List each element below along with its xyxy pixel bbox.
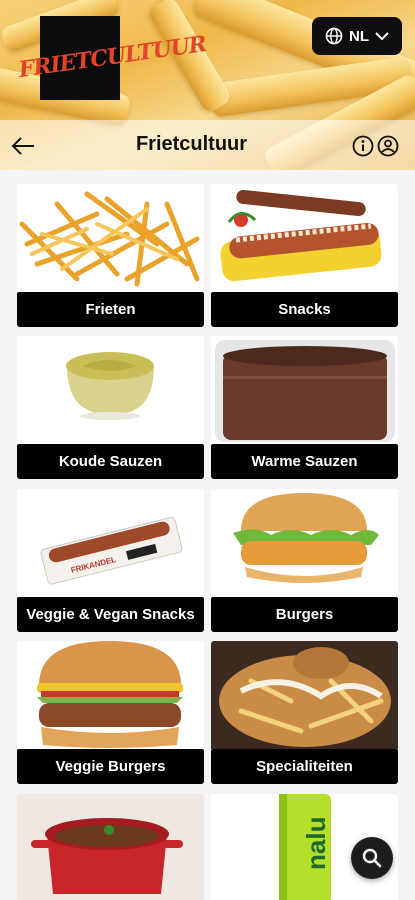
- hotdog-snack-image: [211, 184, 398, 292]
- cold-sauce-image: [17, 336, 204, 444]
- chicken-burger-image: [211, 489, 398, 597]
- can-brand-text: nalu: [301, 817, 331, 870]
- category-card-koude-sauzen[interactable]: Koude Sauzen: [17, 336, 204, 479]
- category-label: Koude Sauzen: [17, 444, 204, 479]
- loaded-fries-image: [211, 641, 398, 749]
- category-grid: Frieten Snacks Koude Sauzen Warme Sauzen…: [0, 170, 415, 900]
- category-label: Warme Sauzen: [211, 444, 398, 479]
- category-card-stew[interactable]: [17, 794, 204, 900]
- category-card-veggie-burgers[interactable]: Veggie Burgers: [17, 641, 204, 784]
- page-title: Frietcultuur: [135, 133, 248, 155]
- veggie-burger-image: [17, 641, 204, 749]
- category-label: Veggie & Vegan Snacks: [17, 597, 204, 632]
- search-button[interactable]: [351, 837, 393, 879]
- category-label: Burgers: [211, 597, 398, 632]
- vegan-frikandel-image: FRIKANDEL: [17, 489, 204, 597]
- warm-sauce-image: [211, 336, 398, 444]
- language-selector[interactable]: NL: [312, 17, 402, 55]
- category-label: Specialiteiten: [211, 749, 398, 784]
- info-icon[interactable]: [352, 135, 374, 157]
- category-card-frieten[interactable]: Frieten: [17, 184, 204, 327]
- category-label: Snacks: [211, 292, 398, 327]
- account-icon[interactable]: [377, 135, 399, 157]
- category-card-snacks[interactable]: Snacks: [211, 184, 398, 327]
- category-card-specialiteiten[interactable]: Specialiteiten: [211, 641, 398, 784]
- category-card-veggie-vegan-snacks[interactable]: FRIKANDEL Veggie & Vegan Snacks: [17, 489, 204, 632]
- search-icon: [362, 848, 382, 868]
- language-label: NL: [349, 27, 369, 45]
- chevron-down-icon: [375, 32, 389, 41]
- globe-icon: [325, 27, 343, 45]
- stew-pot-image: [17, 794, 204, 900]
- category-card-warme-sauzen[interactable]: Warme Sauzen: [211, 336, 398, 479]
- category-card-burgers[interactable]: Burgers: [211, 489, 398, 632]
- category-label: Veggie Burgers: [17, 749, 204, 784]
- fries-image: [17, 184, 204, 292]
- category-label: Frieten: [17, 292, 204, 327]
